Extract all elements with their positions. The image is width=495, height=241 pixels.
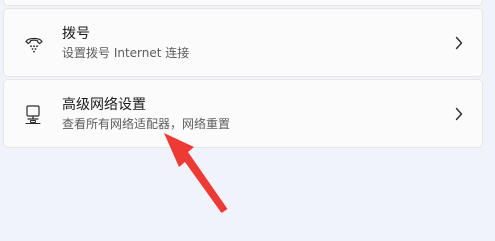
advanced-network-subtitle: 查看所有网络适配器，网络重置 (62, 116, 231, 131)
chevron-right-icon (455, 36, 463, 49)
chevron-right-icon (455, 107, 463, 120)
advanced-network-texts: 高级网络设置 查看所有网络适配器，网络重置 (62, 96, 230, 132)
dialup-subtitle: 设置拨号 Internet 连接 (62, 45, 190, 60)
dialup-phone-icon (21, 30, 47, 56)
dialup-title: 拨号 (62, 25, 90, 42)
computer-network-icon (21, 101, 47, 127)
dialup-texts: 拨号 设置拨号 Internet 连接 (62, 25, 189, 61)
advanced-network-title: 高级网络设置 (62, 96, 146, 113)
previous-setting-card (3, 0, 483, 6)
advanced-network-setting-item[interactable]: 高级网络设置 查看所有网络适配器，网络重置 (3, 79, 483, 148)
dialup-setting-item[interactable]: 拨号 设置拨号 Internet 连接 (3, 8, 483, 77)
